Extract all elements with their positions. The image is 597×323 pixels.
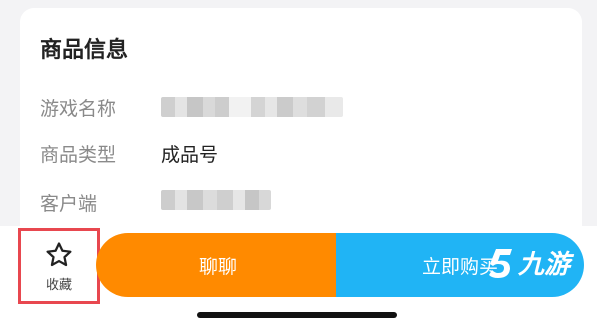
watermark-logo: 九游 (486, 244, 570, 281)
game-name-redacted (161, 97, 343, 117)
watermark-text: 九游 (518, 250, 571, 280)
product-type-label: 商品类型 (40, 144, 117, 166)
client-label: 客户端 (40, 193, 98, 215)
favorite-label: 收藏 (45, 277, 72, 293)
section-title: 商品信息 (40, 38, 129, 63)
star-icon (46, 241, 72, 266)
chat-button[interactable]: 聊聊 (96, 233, 340, 297)
product-type-value: 成品号 (161, 144, 219, 166)
home-indicator (197, 312, 397, 318)
client-redacted (161, 190, 271, 210)
logo-5-icon (489, 248, 512, 278)
game-name-label: 游戏名称 (40, 98, 117, 120)
product-info-card: 商品信息 游戏名称 商品类型 成品号 客户端 (20, 8, 582, 240)
favorite-button[interactable]: 收藏 (18, 228, 100, 304)
